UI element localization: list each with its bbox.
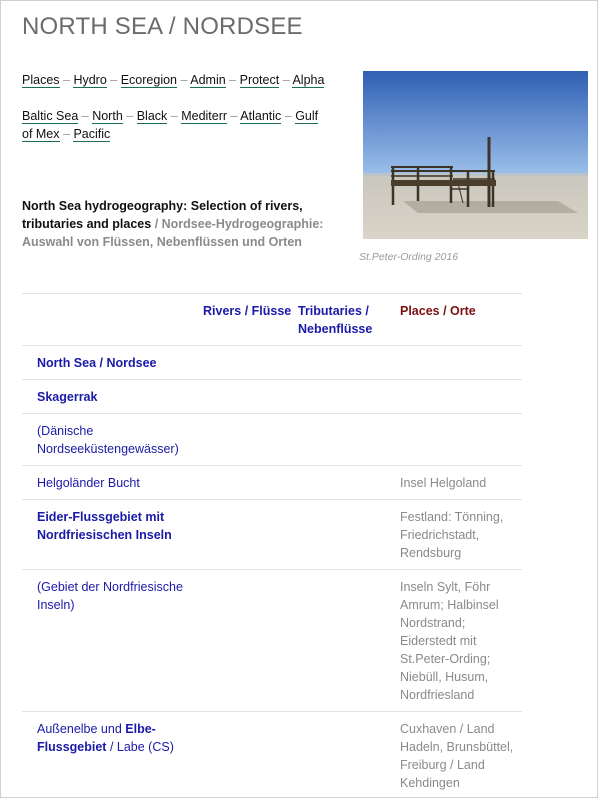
nav-link-alpha[interactable]: Alpha <box>292 73 325 88</box>
nav-link-north[interactable]: North <box>92 109 123 124</box>
nav-seas: Baltic Sea – North – Black – Mediterr – … <box>22 107 332 143</box>
table-row: (Dänische Nordseeküstengewässer) <box>22 413 522 466</box>
row-name-nordfriesische-inseln[interactable]: (Gebiet der Nordfriesische Inseln) <box>37 569 203 712</box>
nav-link-admin[interactable]: Admin <box>190 73 226 88</box>
nav-link-hydro[interactable]: Hydro <box>73 73 107 88</box>
nav-separator: – <box>126 109 134 123</box>
nav-separator: – <box>229 73 237 87</box>
nav-topics: Places – Hydro – Ecoregion – Admin – Pro… <box>22 71 332 89</box>
row-name-skagerrak[interactable]: Skagerrak <box>37 379 203 414</box>
col-header-places: Places / Orte <box>400 293 522 346</box>
row-name-elbe-part3: / Labe (CS) <box>106 740 174 754</box>
nav-link-places[interactable]: Places <box>22 73 60 88</box>
row-places-elbe: Cuxhaven / Land Hadeln, Brunsbüttel, Fre… <box>400 711 522 797</box>
row-places-nordfriesland: Inseln Sylt, Föhr Amrum; Halbinsel Nords… <box>400 569 522 712</box>
table-row: Außenelbe und Elbe-Flussgebiet / Labe (C… <box>22 711 522 797</box>
nav-separator: – <box>284 109 292 123</box>
nav-link-ecoregion[interactable]: Ecoregion <box>120 73 178 88</box>
col-header-tributaries: Tributaries / Nebenflüsse <box>298 293 400 346</box>
nav-link-black[interactable]: Black <box>136 109 168 124</box>
table-row: (Gebiet der Nordfriesische Inseln) Insel… <box>22 569 522 712</box>
nav-separator: – <box>282 73 290 87</box>
col-header-rivers: Rivers / Flüsse <box>203 293 298 346</box>
row-name-elbe-part1: Außenelbe und <box>37 722 126 736</box>
page-frame: NORTH SEA / NORDSEE Places – Hydro – Eco… <box>0 0 598 798</box>
beach-photo <box>363 71 588 239</box>
table-row: Helgoländer Bucht Insel Helgoland <box>22 465 522 500</box>
nav-link-mediterr[interactable]: Mediterr <box>181 109 228 124</box>
row-places-eider: Festland: Tönning, Friedrichstadt, Rends… <box>400 499 522 570</box>
beach-photo-image <box>363 71 588 239</box>
table-row: North Sea / Nordsee <box>22 345 522 380</box>
nav-separator: – <box>63 73 70 87</box>
page-title: NORTH SEA / NORDSEE <box>22 13 303 40</box>
nav-separator: – <box>81 109 89 123</box>
table-row: Eider-Flussgebiet mit Nordfriesischen In… <box>22 499 522 570</box>
row-name-elbe[interactable]: Außenelbe und Elbe-Flussgebiet / Labe (C… <box>37 711 203 797</box>
hydro-table: Rivers / Flüsse Tributaries / Nebenflüss… <box>22 293 522 797</box>
intro-slash: / <box>151 217 162 231</box>
nav-separator: – <box>110 73 118 87</box>
nav-link-pacific[interactable]: Pacific <box>73 127 111 142</box>
nav-separator: – <box>180 73 188 87</box>
photo-caption: St.Peter-Ording 2016 <box>359 251 459 263</box>
row-name-helgolaender-bucht[interactable]: Helgoländer Bucht <box>37 465 203 500</box>
intro-text: North Sea hydrogeography: Selection of r… <box>22 197 332 251</box>
nav-link-baltic-sea[interactable]: Baltic Sea <box>22 109 79 124</box>
row-places-helgoland: Insel Helgoland <box>400 465 522 500</box>
table-row: Skagerrak <box>22 379 522 414</box>
row-name-eider[interactable]: Eider-Flussgebiet mit Nordfriesischen In… <box>37 499 203 570</box>
nav-link-atlantic[interactable]: Atlantic <box>240 109 282 124</box>
nav-separator: – <box>63 127 70 141</box>
row-name-danish-waters[interactable]: (Dänische Nordseeküstengewässer) <box>37 413 203 466</box>
nav-link-protect[interactable]: Protect <box>239 73 280 88</box>
nav-separator: – <box>230 109 238 123</box>
table-header-row: Rivers / Flüsse Tributaries / Nebenflüss… <box>22 293 522 346</box>
nav-separator: – <box>170 109 178 123</box>
row-name-north-sea[interactable]: North Sea / Nordsee <box>37 345 203 380</box>
